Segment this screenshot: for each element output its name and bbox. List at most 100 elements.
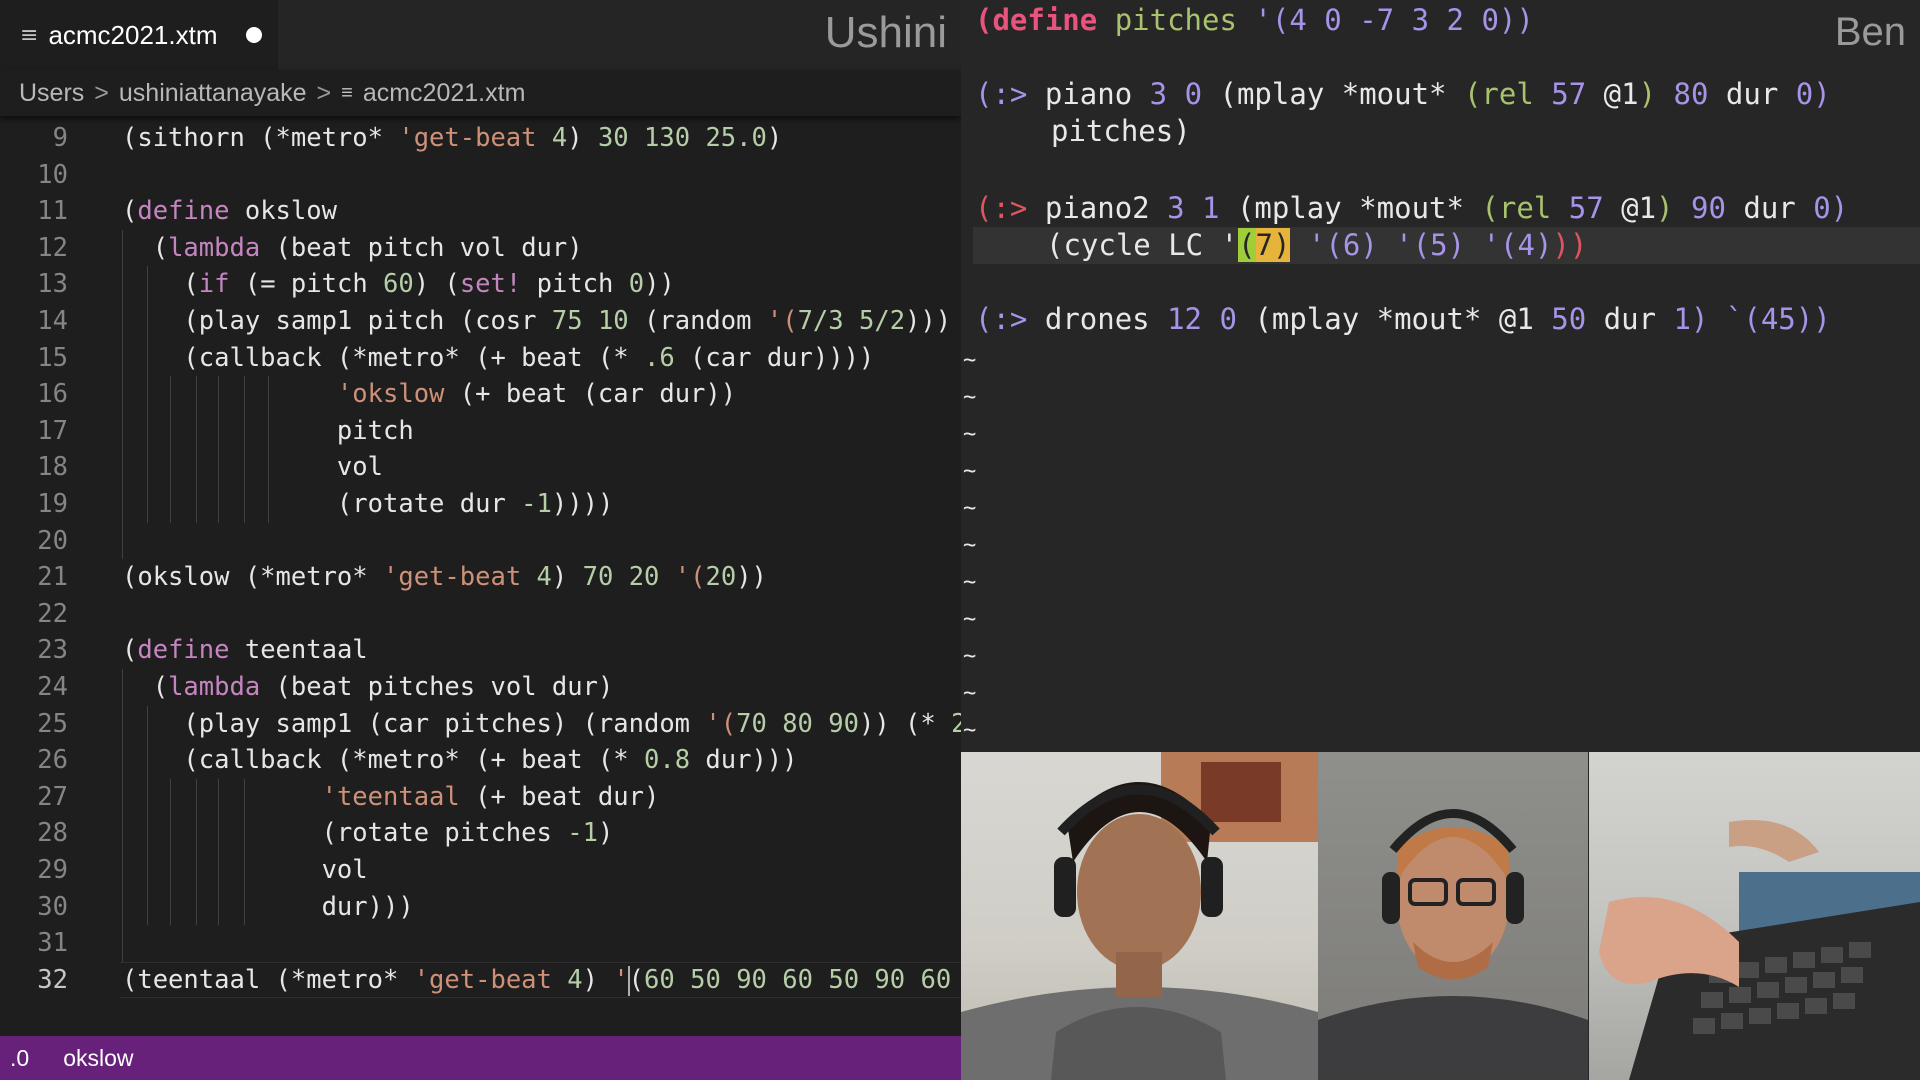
file-lines-icon: ≡ xyxy=(341,81,353,104)
code-line[interactable]: 31 xyxy=(0,925,961,962)
code-text[interactable]: dur))) xyxy=(122,889,414,926)
code-line[interactable]: 25 (play samp1 (car pitches) (random '(7… xyxy=(0,705,961,743)
code-line[interactable]: 18 vol xyxy=(0,449,961,486)
code-line[interactable]: 24 (lambda (beat pitches vol dur) xyxy=(0,669,961,706)
empty-line-tilde: ~ xyxy=(963,533,977,558)
status-function-name: okslow xyxy=(63,1044,134,1071)
code-line[interactable]: 10 xyxy=(0,157,961,194)
code-line-drones[interactable]: (:> drones 12 0 (mplay *mout* @1 50 dur … xyxy=(975,301,1831,338)
webcam-ushini xyxy=(961,752,1318,1080)
empty-line-tilde: ~ xyxy=(963,385,977,410)
code-line[interactable]: 12 (lambda (beat pitch vol dur) xyxy=(0,229,961,267)
empty-line-tilde: ~ xyxy=(963,644,977,669)
empty-line-tilde: ~ xyxy=(963,459,977,484)
code-line-piano[interactable]: (:> piano 3 0 (mplay *mout* (rel 57 @1) … xyxy=(975,76,1831,113)
code-line[interactable]: 14 (play samp1 pitch (cosr 75 10 (random… xyxy=(0,303,961,340)
code-line[interactable]: 30 dur))) xyxy=(0,888,961,926)
code-line[interactable]: 11 (define okslow xyxy=(0,193,961,230)
breadcrumb-item-users[interactable]: Users xyxy=(19,79,84,108)
code-line[interactable]: 16 'okslow (+ beat (car dur)) xyxy=(0,376,961,413)
indent-guide xyxy=(122,925,123,962)
code-line[interactable]: 21 (okslow (*metro* 'get-beat 4) 70 20 '(… xyxy=(0,559,961,596)
code-text[interactable]: (lambda (beat pitches vol dur) xyxy=(122,669,614,706)
empty-line-tilde: ~ xyxy=(963,718,977,743)
chevron-right-icon: > xyxy=(316,78,332,107)
code-text[interactable]: (if (= pitch 60) (set! pitch 0)) xyxy=(122,266,674,303)
code-line[interactable]: 13 (if (= pitch 60) (set! pitch 0)) xyxy=(0,266,961,303)
line-number: 23 xyxy=(37,635,68,666)
webcam-ben xyxy=(1318,752,1588,1080)
code-text[interactable]: (okslow (*metro* 'get-beat 4) 70 20 '(20… xyxy=(122,559,767,596)
line-number: 31 xyxy=(37,928,68,959)
code-text[interactable]: (teentaal (*metro* 'get-beat 4) '(60 50 … xyxy=(122,962,961,999)
line-number: 10 xyxy=(37,159,68,190)
code-text[interactable]: (play samp1 pitch (cosr 75 10 (random '(… xyxy=(122,303,961,340)
code-text[interactable]: (rotate pitches -1) xyxy=(122,815,614,852)
empty-line-tilde: ~ xyxy=(963,496,977,521)
line-number: 17 xyxy=(37,415,68,446)
code-text[interactable]: (define okslow xyxy=(122,193,337,230)
code-text[interactable]: (sithorn (*metro* 'get-beat 4) 30 130 25… xyxy=(122,120,782,157)
code-text[interactable]: (callback (*metro* (+ beat (* .6 (car du… xyxy=(122,340,874,377)
code-text[interactable]: (play samp1 (car pitches) (random '(70 8… xyxy=(122,706,961,743)
code-text[interactable]: (rotate dur -1)))) xyxy=(122,486,613,523)
file-lines-icon: ≡ xyxy=(20,22,39,48)
line-number: 21 xyxy=(37,562,68,593)
code-line[interactable]: 27 'teentaal (+ beat dur) xyxy=(0,778,961,816)
breadcrumb-item-user-folder[interactable]: ushiniattanayake xyxy=(119,79,307,108)
line-number: 27 xyxy=(37,781,68,812)
code-line-piano-cont[interactable]: pitches) xyxy=(1051,113,1191,150)
code-line[interactable]: 22 xyxy=(0,596,961,633)
performer-name-left: Ushini xyxy=(824,8,947,57)
code-line[interactable]: 32 (teentaal (*metro* 'get-beat 4) '(60 5… xyxy=(0,961,961,999)
code-text[interactable]: (lambda (beat pitch vol dur) xyxy=(122,230,583,267)
line-number: 26 xyxy=(37,745,68,776)
status-position: .0 xyxy=(10,1044,30,1071)
line-number: 22 xyxy=(37,598,68,629)
empty-line-tilde: ~ xyxy=(963,570,977,595)
code-text[interactable]: (callback (*metro* (+ beat (* 0.8 dur))) xyxy=(122,742,797,779)
code-line[interactable]: 28 (rotate pitches -1) xyxy=(0,815,961,852)
code-line[interactable]: 26 (callback (*metro* (+ beat (* 0.8 dur… xyxy=(0,742,961,779)
empty-line-tilde: ~ xyxy=(963,422,977,447)
code-line-define-pitches[interactable]: (define pitches '(4 0 -7 3 2 0)) xyxy=(975,2,1534,39)
tab-filename: acmc2021.xtm xyxy=(48,19,218,50)
code-line-piano2[interactable]: (:> piano2 3 1 (mplay *mout* (rel 57 @1)… xyxy=(975,190,1848,227)
code-editor[interactable]: 9 (sithorn (*metro* 'get-beat 4) 30 130 2… xyxy=(0,120,961,1036)
code-text[interactable]: vol xyxy=(122,852,368,889)
empty-line-tilde: ~ xyxy=(963,348,977,373)
code-line[interactable]: 19 (rotate dur -1)))) xyxy=(0,486,961,523)
line-number: 29 xyxy=(37,855,68,885)
line-number: 32 xyxy=(37,964,68,995)
code-text[interactable]: vol xyxy=(122,449,383,486)
line-number: 19 xyxy=(37,489,68,519)
code-line[interactable]: 29 vol xyxy=(0,852,961,889)
code-text[interactable]: pitch xyxy=(122,413,414,450)
line-number: 13 xyxy=(37,269,68,300)
line-number: 24 xyxy=(37,672,68,702)
line-number: 14 xyxy=(37,306,68,336)
code-line-cycle[interactable]: (cycle LC '(7) '(6) '(5) '(4))) xyxy=(1046,227,1587,264)
code-text[interactable]: (define teentaal xyxy=(122,632,368,669)
code-text[interactable]: 'teentaal (+ beat dur) xyxy=(122,779,660,816)
right-editor-pane: Ben (define pitches '(4 0 -7 3 2 0)) (:>… xyxy=(961,0,1920,1080)
code-line[interactable]: 15 (callback (*metro* (+ beat (* .6 (car… xyxy=(0,339,961,377)
tab-acmc2021[interactable]: ≡ acmc2021.xtm xyxy=(0,0,278,70)
line-number: 25 xyxy=(37,708,68,739)
code-text[interactable]: 'okslow (+ beat (car dur)) xyxy=(122,376,736,413)
text-cursor: ( xyxy=(1238,228,1256,262)
code-line[interactable]: 20 xyxy=(0,522,961,560)
unsaved-dot-icon[interactable] xyxy=(245,27,262,43)
line-number: 20 xyxy=(37,525,68,556)
empty-line-tilde: ~ xyxy=(963,681,977,706)
line-number: 15 xyxy=(37,342,68,373)
line-number: 28 xyxy=(37,818,68,849)
code-line[interactable]: 17 pitch xyxy=(0,412,961,450)
empty-line-tilde: ~ xyxy=(963,607,977,632)
code-line[interactable]: 9 (sithorn (*metro* 'get-beat 4) 30 130 2… xyxy=(0,120,961,157)
line-number: 11 xyxy=(37,196,68,227)
line-number: 30 xyxy=(37,891,68,922)
breadcrumb-item-file[interactable]: acmc2021.xtm xyxy=(363,79,526,108)
line-number: 18 xyxy=(37,452,68,483)
code-line[interactable]: 23 (define teentaal xyxy=(0,632,961,669)
